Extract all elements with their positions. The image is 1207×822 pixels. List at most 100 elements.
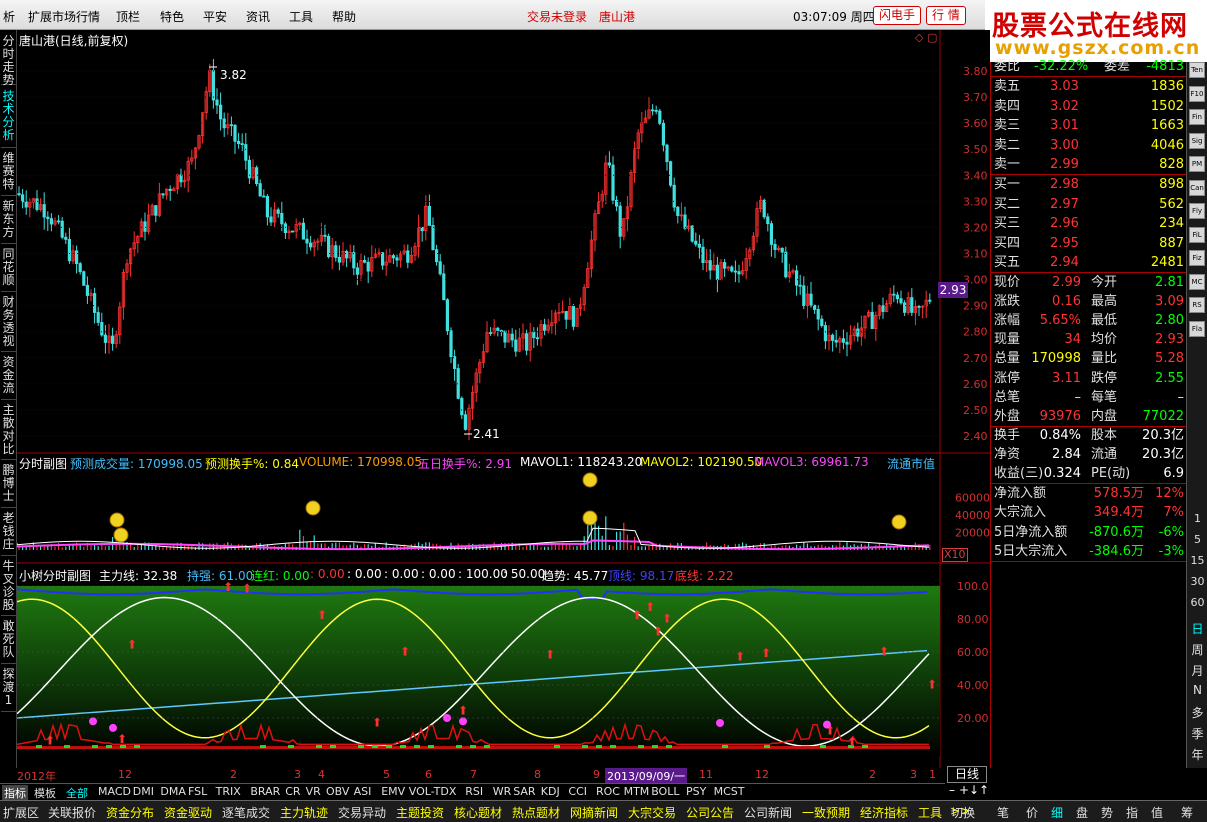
tool-icon[interactable]: Ten xyxy=(1189,62,1205,78)
tab-tonghuashun[interactable]: 同花顺 xyxy=(1,248,16,292)
tool-icon[interactable]: Fiz xyxy=(1189,250,1205,266)
indicator-tab[interactable]: ROC xyxy=(596,785,620,798)
menu-item-tools[interactable]: 工具 xyxy=(289,8,313,25)
bid-row[interactable]: 买三 2.96 234 xyxy=(994,214,1184,233)
bottom-right-tab[interactable]: 细 xyxy=(1051,804,1063,821)
menu-item-help[interactable]: 帮助 xyxy=(332,8,356,25)
chart-area[interactable]: ⬆ ⬆ ⬆ ⬆ ⬆ ⬆ ⬆ ⬆ ⬆ ⬆ ⬆ ⬆ ⬆ ⬆ ⬆ ⬆ ⬆ ⬆ ⬆ ⬆ 3.80 3.70 3.60 3.50 3.4… xyxy=(17,30,990,768)
scroll-down-button[interactable]: ↓ xyxy=(969,783,979,797)
tool-icon[interactable]: Fla xyxy=(1189,320,1205,337)
bottom-nav-item[interactable]: 热点题材 xyxy=(512,804,560,821)
chart-canvas[interactable]: ⬆ ⬆⬆⬆ ⬆⬆⬆⬆⬆⬆⬆⬆⬆⬆⬆ ⬆⬆⬆⬆⬆ 3.803.703.603.503.4… xyxy=(17,30,990,768)
indicator-tab[interactable]: SAR xyxy=(513,785,535,798)
menu-item-pingan[interactable]: 平安 xyxy=(203,8,227,25)
period-number[interactable]: 30 xyxy=(1187,575,1207,588)
indicator-tab[interactable]: VR xyxy=(306,785,321,798)
indicator-tab[interactable]: ASI xyxy=(354,785,372,798)
indicator-tab[interactable]: KDJ xyxy=(541,785,560,798)
bottom-nav-item[interactable]: 大宗交易 xyxy=(628,804,676,821)
tab-technical[interactable]: 技术分析 xyxy=(1,90,16,148)
period-number[interactable]: 15 xyxy=(1187,554,1207,567)
bottom-right-tab[interactable]: 笔 xyxy=(997,804,1009,821)
vol-panel-title[interactable]: 分时副图 xyxy=(19,455,67,472)
bottom-nav-item[interactable]: 主题投资 xyxy=(396,804,444,821)
indicator-tab[interactable]: CCI xyxy=(568,785,587,798)
tool-icon[interactable]: FiL xyxy=(1189,226,1205,243)
indicator-tab[interactable]: MACD xyxy=(98,785,131,798)
bottom-nav-item[interactable]: 公司新闻 xyxy=(744,804,792,821)
bottom-nav-item[interactable]: 资金分布 xyxy=(106,804,154,821)
indicator-tab[interactable]: 指标 xyxy=(2,785,28,801)
period-tab[interactable]: 多 xyxy=(1187,704,1207,721)
tool-icon[interactable]: Sig xyxy=(1189,132,1205,149)
tab-pengboshi[interactable]: 鹏博士 xyxy=(1,464,16,508)
bottom-right-tab[interactable]: 盘 xyxy=(1076,804,1088,821)
switch-button[interactable]: 切换 xyxy=(951,804,975,821)
ask-row[interactable]: 卖一 2.99 828 xyxy=(994,155,1184,174)
period-tab[interactable]: 季 xyxy=(1187,725,1207,742)
bottom-nav-item[interactable]: 核心题材 xyxy=(454,804,502,821)
indicator-tab[interactable]: MCST xyxy=(714,785,745,798)
indicator-tab[interactable]: OBV xyxy=(326,785,349,798)
indicator-tab[interactable]: TRIX xyxy=(216,785,241,798)
tab-financial[interactable]: 财务透视 xyxy=(1,296,16,352)
bid-row[interactable]: 买四 2.95 887 xyxy=(994,234,1184,253)
bottom-nav-item[interactable]: 关联报价 xyxy=(48,804,96,821)
bottom-nav-item[interactable]: 公司公告 xyxy=(686,804,734,821)
tool-icon[interactable]: Fly xyxy=(1189,203,1205,219)
indicator-tab[interactable]: VOL-TDX xyxy=(409,785,457,798)
bottom-nav-item[interactable]: 逐笔成交 xyxy=(222,804,270,821)
menu-item-topbar[interactable]: 顶栏 xyxy=(116,8,140,25)
indicator-tab[interactable]: DMI xyxy=(133,785,154,798)
osc-panel-title[interactable]: 小树分时副图 xyxy=(19,567,91,584)
bottom-right-tab[interactable]: 指 xyxy=(1126,804,1138,821)
zoom-in-button[interactable]: + xyxy=(959,783,969,797)
bottom-right-tab[interactable]: 值 xyxy=(1151,804,1163,821)
ask-row[interactable]: 卖四 3.02 1502 xyxy=(994,97,1184,116)
menu-item-analysis[interactable]: 析 xyxy=(3,8,15,25)
indicator-tab[interactable]: WR xyxy=(493,785,512,798)
tab-laoqianzhuang[interactable]: 老钱庄 xyxy=(1,512,16,556)
quote-button[interactable]: 行 情 xyxy=(926,6,966,25)
tab-main-vs-retail[interactable]: 主散对比 xyxy=(1,404,16,460)
indicator-tab[interactable]: EMV xyxy=(381,785,405,798)
period-tab[interactable]: 年 xyxy=(1187,746,1207,763)
ask-row[interactable]: 卖二 3.00 4046 xyxy=(994,136,1184,155)
period-number[interactable]: 60 xyxy=(1187,596,1207,609)
bottom-nav-item[interactable]: 扩展区 xyxy=(3,804,39,821)
ask-row[interactable]: 卖五 3.03 1836 xyxy=(994,77,1184,96)
bottom-nav-item[interactable]: 网摘新闻 xyxy=(570,804,618,821)
menu-item-feature[interactable]: 特色 xyxy=(160,8,184,25)
indicator-tab[interactable]: DMA xyxy=(160,785,186,798)
tool-icon[interactable]: MC xyxy=(1189,273,1205,290)
menu-item-ext-market[interactable]: 扩展市场行情 xyxy=(28,8,100,25)
bottom-nav-item[interactable]: 工具 xyxy=(918,804,942,821)
indicator-tab[interactable]: 模板 xyxy=(34,785,56,801)
scroll-up-button[interactable]: ↑ xyxy=(979,783,989,797)
indicator-tab[interactable]: FSL xyxy=(188,785,207,798)
indicator-tab[interactable]: BRAR xyxy=(250,785,280,798)
tool-icon[interactable]: PM xyxy=(1189,156,1205,172)
period-number[interactable]: 5 xyxy=(1187,533,1207,546)
tab-tandu[interactable]: 探渡1 xyxy=(1,668,16,712)
bottom-right-tab[interactable]: 价 xyxy=(1026,804,1038,821)
bottom-nav-item[interactable]: 一致预期 xyxy=(802,804,850,821)
period-tab[interactable]: 周 xyxy=(1187,641,1207,658)
tab-gansidui[interactable]: 敢死队 xyxy=(1,620,16,664)
bid-row[interactable]: 买五 2.94 2481 xyxy=(994,253,1184,272)
trade-status[interactable]: 交易未登录 xyxy=(527,8,587,25)
bottom-nav-item[interactable]: 资金驱动 xyxy=(164,804,212,821)
indicator-tab[interactable]: MTM xyxy=(624,785,650,798)
ask-row[interactable]: 卖三 3.01 1663 xyxy=(994,116,1184,135)
flash-trade-button[interactable]: 闪电手 xyxy=(873,6,922,25)
bottom-nav-item[interactable]: 经济指标 xyxy=(860,804,908,821)
bottom-right-tab[interactable]: 筹 xyxy=(1181,804,1193,821)
indicator-tab[interactable]: RSI xyxy=(465,785,483,798)
tab-intraday[interactable]: 分时走势 xyxy=(1,35,16,87)
period-tab[interactable]: 日 xyxy=(1187,620,1207,637)
tab-diagnosis[interactable]: 牛叉诊股 xyxy=(1,560,16,616)
period-selector[interactable]: 日线 xyxy=(947,766,987,783)
period-number[interactable]: 1 xyxy=(1187,512,1207,525)
bottom-right-tab[interactable]: 势 xyxy=(1101,804,1113,821)
tab-weisaite[interactable]: 维赛特 xyxy=(1,152,16,196)
